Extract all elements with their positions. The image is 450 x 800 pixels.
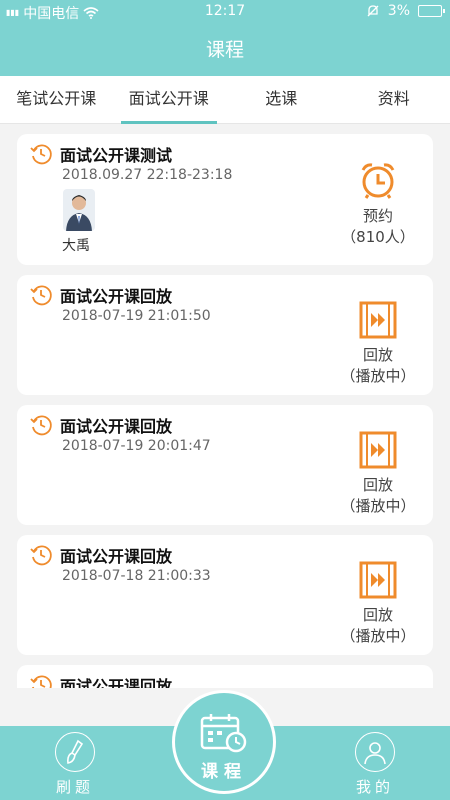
battery-icon [418,5,445,17]
course-time: 2018.09.27 22:18-23:18 [62,167,233,183]
reserve-label: 预约 [362,207,393,225]
calendar-clock-icon [200,714,247,753]
replay-status: （播放中） [340,627,416,645]
nav-profile-label: 我的 [355,778,394,796]
reserve-count: （810人） [341,228,415,246]
tab-interview-open-course[interactable]: 面试公开课 [113,76,226,124]
course-time: 2018-07-19 20:01:47 [62,438,211,454]
video-replay-icon [359,561,397,599]
course-title: 面试公开课回放 [60,677,173,688]
bell-muted-icon [367,5,379,17]
page-title: 课程 [0,24,450,76]
course-title: 面试公开课回放 [60,287,173,306]
replay-status: （播放中） [340,367,416,385]
course-time: 2018-07-18 21:00:33 [62,568,211,584]
tab-select-course[interactable]: 选课 [225,76,338,123]
status-bar: ▮▮▮ 中国电信 12:17 3% [0,0,450,24]
course-title: 面试公开课回放 [60,547,173,566]
course-card[interactable]: 面试公开课回放 2018-07-19 20:01:47 回放 （播放中） [17,405,433,525]
video-replay-icon [359,301,397,339]
course-card[interactable]: 面试公开课回放 [17,665,433,688]
alarm-clock-icon [361,163,395,199]
history-clock-icon [30,144,52,165]
replay-button[interactable]: 回放 （播放中） [333,561,423,647]
course-card[interactable]: 面试公开课回放 2018-07-19 21:01:50 回放 （播放中） [17,275,433,395]
replay-label: 回放 [362,346,393,364]
nav-profile[interactable]: 我的 [335,732,415,797]
status-right: 3% [366,3,445,19]
tab-written-open-course[interactable]: 笔试公开课 [0,76,113,123]
nav-courses-label: 课程 [201,762,247,782]
course-title: 面试公开课测试 [60,146,173,165]
course-card[interactable]: 面试公开课测试 2018.09.27 22:18-23:18 大禹 预约 （81… [17,134,433,265]
history-clock-icon [30,675,52,688]
nav-courses[interactable]: 课程 [172,690,276,794]
course-list: 面试公开课测试 2018.09.27 22:18-23:18 大禹 预约 （81… [0,124,450,688]
user-icon [355,732,395,772]
replay-label: 回放 [362,476,393,494]
video-replay-icon [359,431,397,469]
teacher-avatar [63,189,95,231]
history-clock-icon [30,285,52,306]
teacher-name: 大禹 [62,238,90,254]
course-card[interactable]: 面试公开课回放 2018-07-18 21:00:33 回放 （播放中） [17,535,433,655]
history-clock-icon [30,415,52,436]
tab-materials[interactable]: 资料 [338,76,450,123]
replay-label: 回放 [362,606,393,624]
course-title: 面试公开课回放 [60,417,173,436]
history-clock-icon [30,545,52,566]
nav-practice[interactable]: 刷题 [35,732,115,797]
course-time: 2018-07-19 21:01:50 [62,308,211,324]
replay-button[interactable]: 回放 （播放中） [333,301,423,387]
reserve-button[interactable]: 预约 （810人） [333,160,423,248]
nav-practice-label: 刷题 [55,778,94,796]
battery-percent: 3% [387,3,410,19]
tab-bar: 笔试公开课 面试公开课 选课 资料 [0,76,450,124]
replay-status: （播放中） [340,497,416,515]
brush-icon [55,732,95,772]
replay-button[interactable]: 回放 （播放中） [333,431,423,517]
